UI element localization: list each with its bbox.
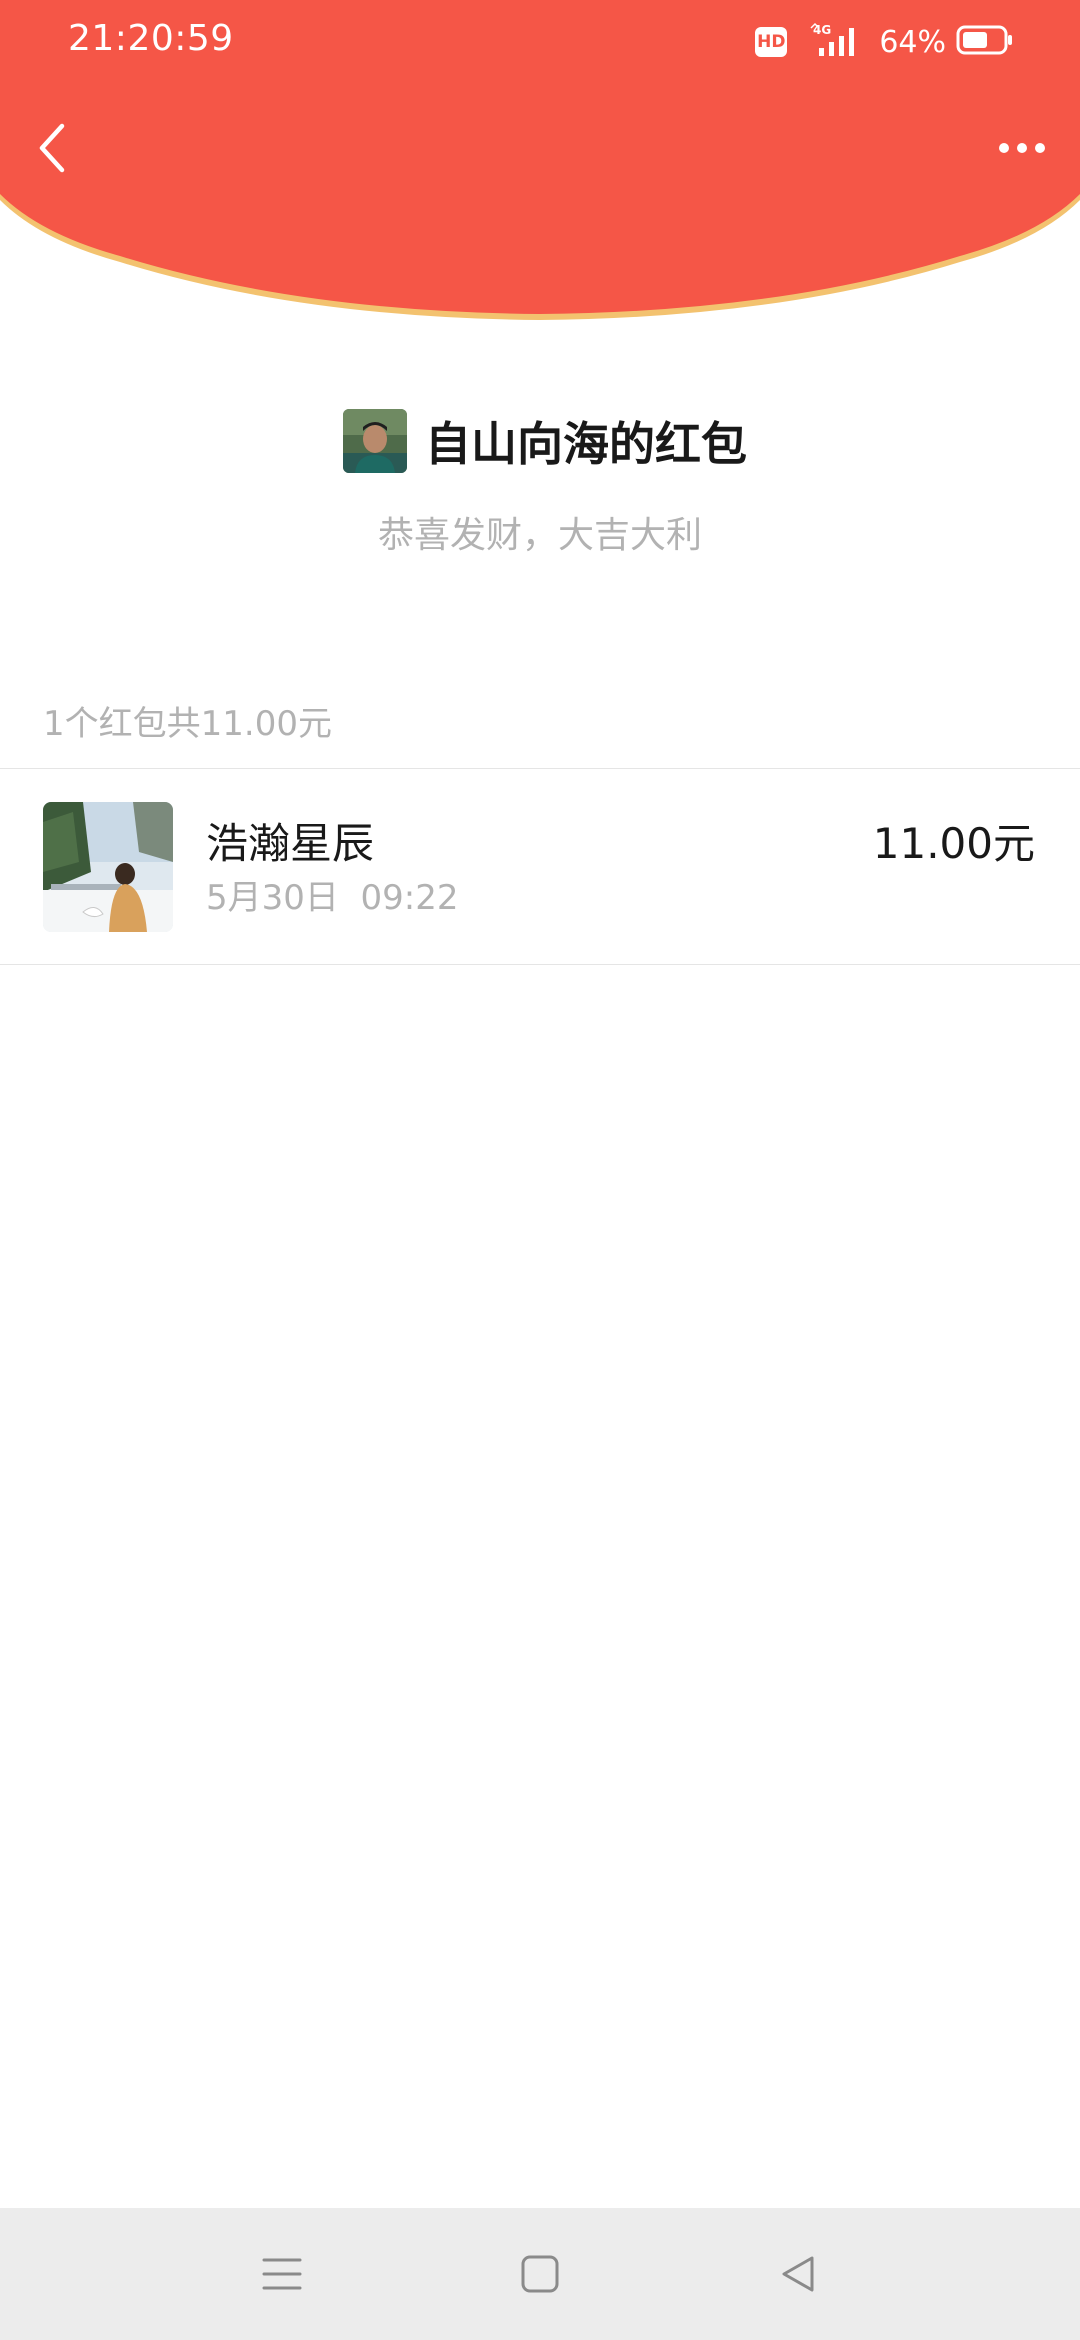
back-triangle-icon bbox=[782, 2256, 814, 2292]
chevron-left-icon bbox=[39, 123, 65, 173]
battery-icon bbox=[956, 24, 1014, 60]
sender-row: 自山向海的红包 bbox=[0, 408, 1080, 474]
more-dots-icon bbox=[999, 143, 1009, 153]
home-button[interactable] bbox=[510, 2244, 570, 2304]
more-button[interactable] bbox=[990, 126, 1054, 170]
divider bbox=[0, 964, 1080, 965]
system-nav-bar bbox=[0, 2208, 1080, 2340]
packet-summary: 1个红包共11.00元 bbox=[43, 704, 332, 744]
status-icons: HD 4G 64% bbox=[755, 22, 1014, 62]
home-square-icon bbox=[521, 2255, 559, 2293]
receiver-name: 浩瀚星辰 bbox=[206, 819, 375, 868]
back-button[interactable] bbox=[26, 118, 76, 178]
signal-icon: 4G bbox=[809, 22, 869, 62]
status-bar: 21:20:59 HD 4G 64% bbox=[0, 0, 1080, 80]
red-packet-detail-screen: 21:20:59 HD 4G 64% 自山向海的红包 恭喜发财，大吉大利 1个红… bbox=[0, 0, 1080, 2340]
sender-avatar[interactable] bbox=[343, 409, 407, 473]
more-dot bbox=[1035, 143, 1045, 153]
menu-button[interactable] bbox=[252, 2244, 312, 2304]
battery-percent: 64% bbox=[879, 24, 946, 60]
status-time: 21:20:59 bbox=[68, 18, 234, 59]
divider bbox=[0, 768, 1080, 769]
more-dot bbox=[1017, 143, 1027, 153]
receiver-time: 5月30日 09:22 bbox=[206, 878, 459, 918]
sender-title: 自山向海的红包 bbox=[425, 417, 747, 471]
blessing-text: 恭喜发财，大吉大利 bbox=[377, 515, 702, 556]
hd-icon: HD bbox=[755, 27, 788, 57]
menu-icon bbox=[262, 2258, 302, 2290]
receiver-avatar[interactable] bbox=[43, 802, 173, 932]
system-back-button[interactable] bbox=[768, 2244, 828, 2304]
receiver-amount: 11.00元 bbox=[872, 819, 1035, 868]
receiver-row[interactable]: 浩瀚星辰 5月30日 09:22 11.00元 bbox=[0, 770, 1080, 964]
